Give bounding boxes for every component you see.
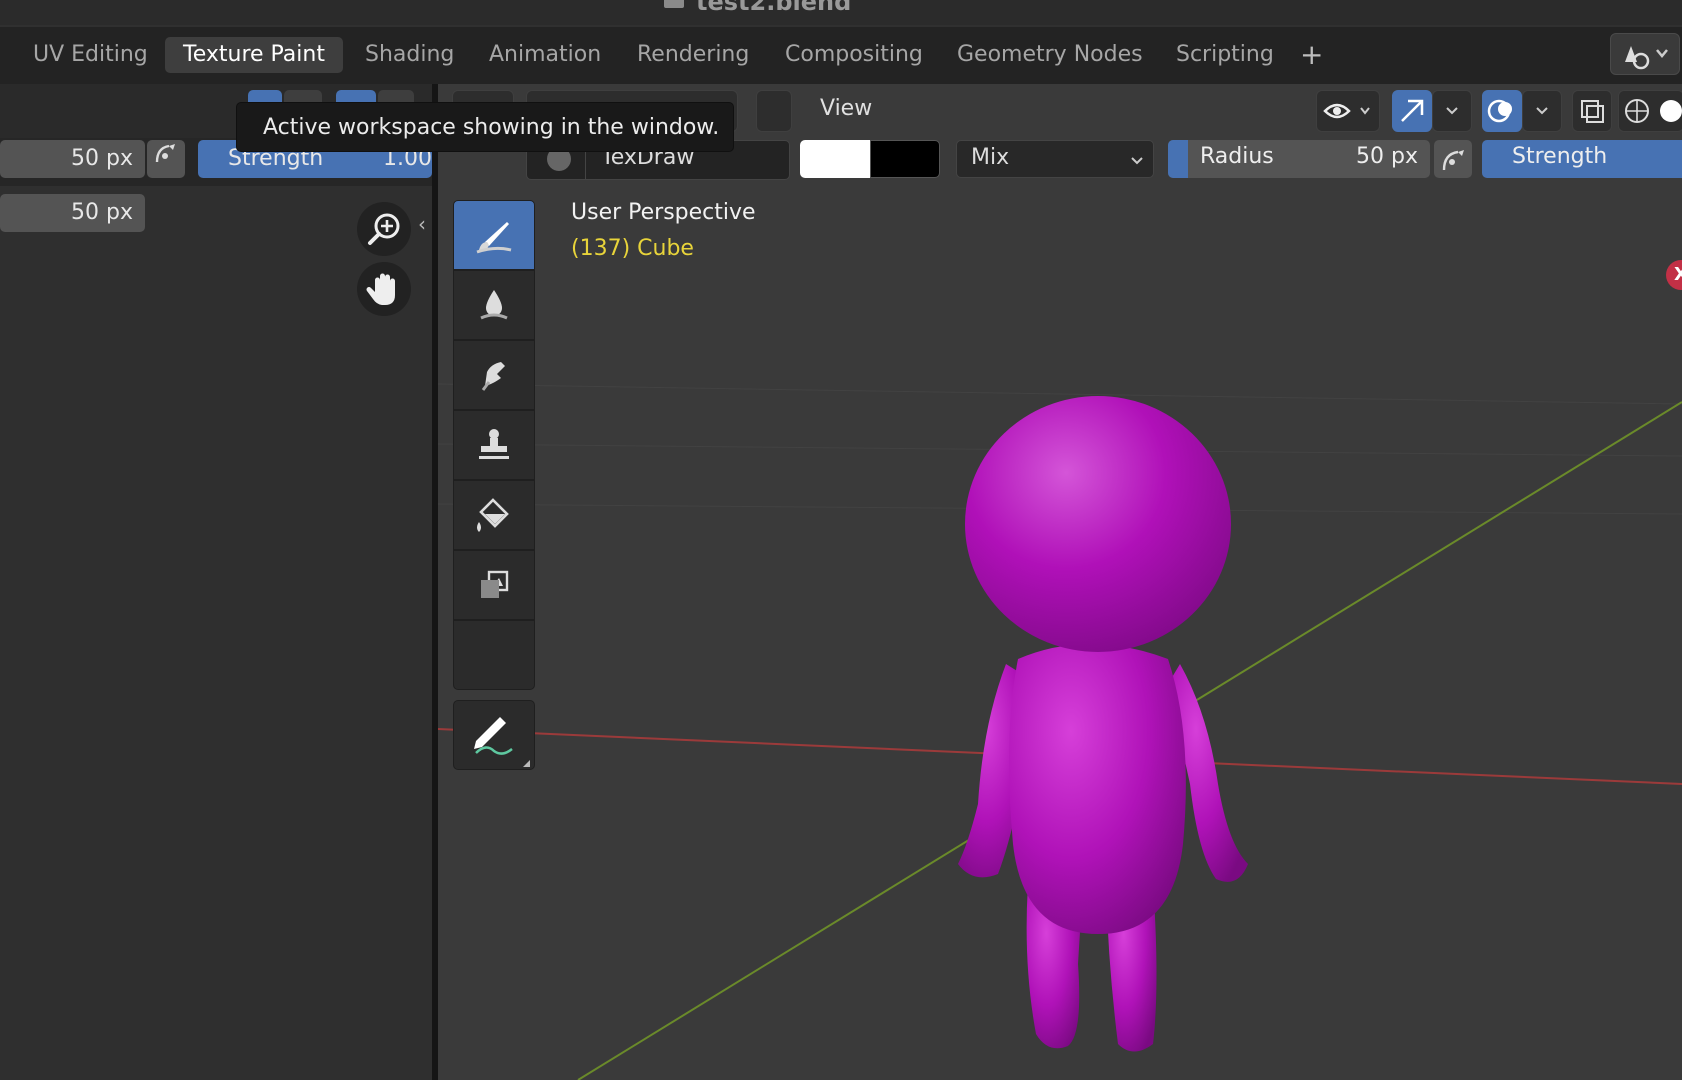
view-perspective-label: User Perspective <box>571 200 756 225</box>
collapse-chevron-icon[interactable]: ‹ <box>418 212 426 236</box>
secondary-color-swatch[interactable] <box>870 140 940 178</box>
overlays-dropdown[interactable] <box>1522 90 1562 132</box>
radius-field-left[interactable]: 50 px <box>0 140 145 178</box>
xray-toggle-icon[interactable] <box>756 90 792 132</box>
radius-field[interactable]: 50 px <box>0 194 145 232</box>
tab-compositing[interactable]: Compositing <box>767 37 941 73</box>
3d-viewport[interactable]: View TexDraw Mix Radius 50 px Strength U… <box>438 84 1682 1080</box>
view-menu[interactable]: View <box>820 96 872 121</box>
scene-switcher-button[interactable] <box>1610 33 1680 75</box>
xray-icon[interactable] <box>1572 90 1612 132</box>
radius-slider-fill <box>1168 140 1188 178</box>
tab-animation[interactable]: Animation <box>471 37 619 73</box>
gizmo-dropdown[interactable] <box>1432 90 1472 132</box>
pressure-toggle-icon[interactable] <box>147 140 185 178</box>
mask-icon[interactable] <box>453 550 535 620</box>
image-editor-panel: 50 px 50 px Strength 1.00 ‹ <box>0 84 432 1080</box>
viewport-scene <box>438 84 1682 1080</box>
blend-mode-dropdown[interactable]: Mix <box>956 140 1154 178</box>
radius-field[interactable]: Radius 50 px <box>1168 140 1430 178</box>
blend-file-icon <box>664 0 684 8</box>
file-name: test2.blend <box>696 0 852 16</box>
tab-shading[interactable]: Shading <box>347 37 472 73</box>
primary-color-swatch[interactable] <box>800 140 870 178</box>
tab-geometry-nodes[interactable]: Geometry Nodes <box>939 37 1161 73</box>
smear-icon[interactable] <box>453 340 535 410</box>
strength-label: Strength <box>1512 144 1608 169</box>
active-object-label: (137) Cube <box>571 236 694 261</box>
draw-brush-icon[interactable] <box>453 200 535 270</box>
workspace-tooltip: Active workspace showing in the window. <box>236 102 734 152</box>
tab-scripting[interactable]: Scripting <box>1158 37 1292 73</box>
annotate-icon[interactable] <box>453 700 535 770</box>
blend-mode-value: Mix <box>971 145 1010 170</box>
tool-shelf-end <box>453 620 535 690</box>
fill-icon[interactable] <box>453 480 535 550</box>
overlays-toggle-icon[interactable] <box>1482 90 1522 132</box>
strength-field[interactable]: Strength <box>1482 140 1682 178</box>
radius-pressure-icon[interactable] <box>1434 140 1472 178</box>
gizmo-toggle-icon[interactable] <box>1392 90 1432 132</box>
zoom-icon[interactable] <box>357 202 411 256</box>
clone-icon[interactable] <box>453 410 535 480</box>
workspace-tab-bar: UV Editing Texture Paint Shading Animati… <box>0 27 1682 84</box>
tab-uv-editing[interactable]: UV Editing <box>15 37 166 73</box>
tool-shelf <box>453 200 535 770</box>
shading-mode-buttons[interactable] <box>1618 90 1682 132</box>
pan-hand-icon[interactable] <box>357 262 411 316</box>
scene-icon <box>1625 46 1668 70</box>
tab-texture-paint[interactable]: Texture Paint <box>165 37 343 73</box>
add-workspace-button[interactable]: + <box>1300 37 1323 73</box>
radius-value: 50 px <box>1356 144 1418 169</box>
visibility-eye-icon[interactable] <box>1316 90 1380 132</box>
radius-label: Radius <box>1200 144 1274 169</box>
soften-icon[interactable] <box>453 270 535 340</box>
title-bar: test2.blend <box>0 0 1682 25</box>
chevron-down-icon <box>1131 157 1143 165</box>
tab-rendering[interactable]: Rendering <box>619 37 767 73</box>
